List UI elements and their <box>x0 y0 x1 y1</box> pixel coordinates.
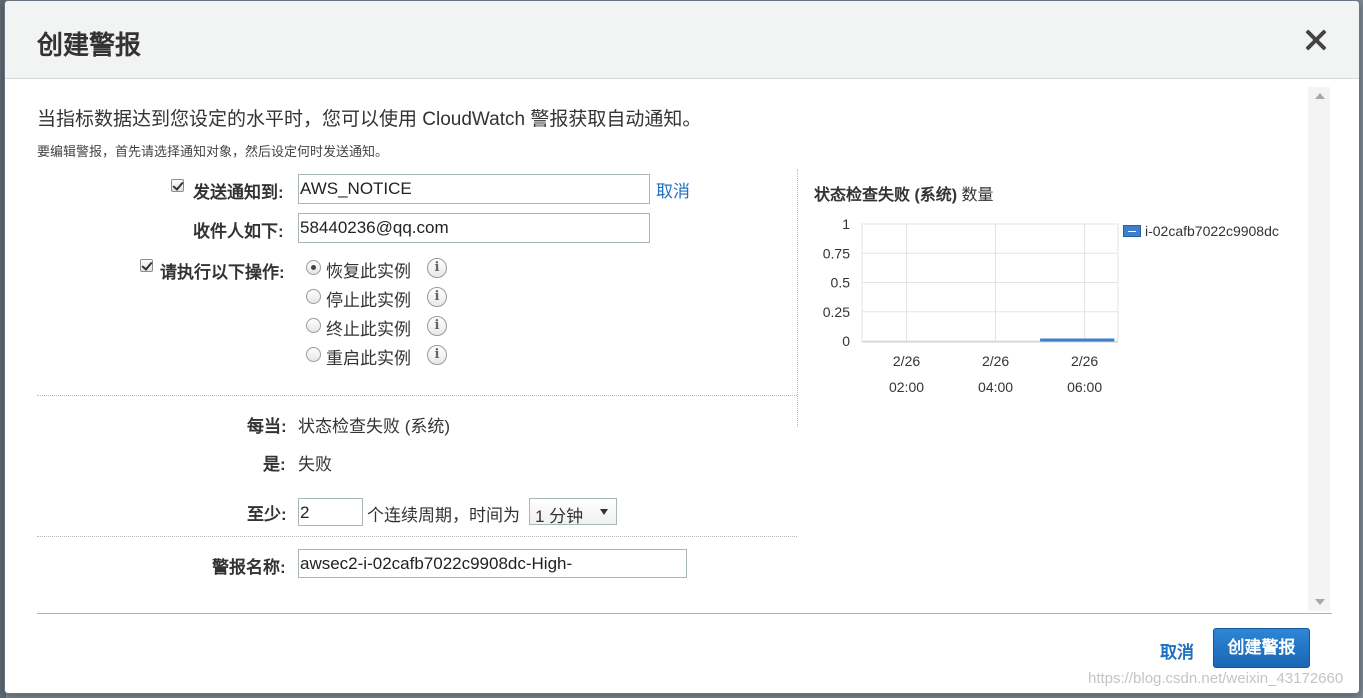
at-least-label: 至少: <box>247 505 287 524</box>
period-select-value: 1 分钟 <box>535 507 584 526</box>
scroll-up-arrow-icon[interactable] <box>1315 93 1325 99</box>
section-divider <box>37 395 797 396</box>
recipients-input[interactable]: 58440236@qq.com <box>298 213 650 243</box>
send-notification-label: 发送通知到: <box>193 183 284 202</box>
chart-title-metric: 状态检查失败 (系统) <box>814 187 958 204</box>
action-option-label: 重启此实例 <box>326 349 411 368</box>
intro-text: 当指标数据达到您设定的水平时，您可以使用 CloudWatch 警报获取自动通知… <box>37 109 702 130</box>
is-value: 失败 <box>298 455 332 474</box>
chart-title-unit: 数量 <box>957 187 994 204</box>
x-tick-date-label: 2/26 <box>1071 353 1098 369</box>
cancel-button[interactable]: 取消 <box>1160 638 1194 663</box>
whenever-metric-value: 状态检查失败 (系统) <box>298 417 451 436</box>
whenever-label: 每当: <box>247 417 287 436</box>
recipients-label: 收件人如下: <box>193 222 284 241</box>
intro-subtext: 要编辑警报，首先请选择通知对象，然后设定何时发送通知。 <box>37 144 389 159</box>
x-tick-time-label: 02:00 <box>889 379 924 395</box>
legend-swatch-icon[interactable] <box>1123 225 1141 237</box>
status-check-chart: 1 0.75 0.5 0.25 0 2/26 02:00 2/26 04:00 2/26 06:00 <box>823 216 1119 395</box>
action-option-stop[interactable]: 停止此实例 i <box>306 286 486 310</box>
periods-count-input[interactable]: 2 <box>298 498 363 526</box>
periods-text: 个连续周期，时间为 <box>367 506 520 525</box>
y-tick-label: 0.5 <box>831 275 851 291</box>
dialog-title: 创建警报 <box>37 30 142 60</box>
action-option-label: 停止此实例 <box>326 291 411 310</box>
action-option-reboot[interactable]: 重启此实例 i <box>306 344 486 368</box>
radio-button[interactable] <box>306 318 321 333</box>
info-icon[interactable]: i <box>427 258 447 278</box>
action-option-terminate[interactable]: 终止此实例 i <box>306 315 486 339</box>
alarm-name-input[interactable]: awsec2-i-02cafb7022c9908dc-High- <box>298 549 687 578</box>
action-option-recover[interactable]: 恢复此实例 i <box>306 257 486 281</box>
y-tick-label: 0.25 <box>823 304 850 320</box>
column-divider <box>797 169 798 427</box>
x-tick-time-label: 04:00 <box>978 379 1013 395</box>
send-notification-checkbox[interactable] <box>171 179 184 192</box>
y-tick-label: 0.75 <box>823 245 850 261</box>
dropdown-arrow-icon <box>600 509 608 515</box>
radio-button[interactable] <box>306 260 321 275</box>
dialog-scrollbar[interactable] <box>1308 87 1330 611</box>
x-tick-time-label: 06:00 <box>1067 379 1102 395</box>
chart-title: 状态检查失败 (系统) 数量 <box>814 181 994 205</box>
radio-button[interactable] <box>306 289 321 304</box>
section-divider <box>37 536 797 537</box>
scroll-down-arrow-icon[interactable] <box>1315 599 1325 605</box>
notification-topic-input[interactable]: AWS_NOTICE <box>298 174 650 204</box>
y-tick-label: 1 <box>842 216 850 232</box>
footer-divider <box>37 613 1332 614</box>
actions-checkbox[interactable] <box>140 259 153 272</box>
x-tick-date-label: 2/26 <box>982 353 1009 369</box>
y-tick-label: 0 <box>842 333 850 349</box>
close-icon[interactable] <box>1303 27 1329 53</box>
info-icon[interactable]: i <box>427 345 447 365</box>
actions-label: 请执行以下操作: <box>160 263 285 282</box>
action-option-label: 终止此实例 <box>326 320 411 339</box>
dialog-header: 创建警报 <box>5 1 1359 79</box>
watermark-text: https://blog.csdn.net/weixin_43172660 <box>1088 670 1344 687</box>
info-icon[interactable]: i <box>427 316 447 336</box>
alarm-name-label: 警报名称: <box>212 558 286 577</box>
radio-button[interactable] <box>306 347 321 362</box>
x-tick-date-label: 2/26 <box>893 353 920 369</box>
info-icon[interactable]: i <box>427 287 447 307</box>
legend-series-name: i-02cafb7022c9908dc <box>1145 223 1279 239</box>
create-alarm-button[interactable]: 创建警报 <box>1213 628 1310 668</box>
action-option-label: 恢复此实例 <box>326 262 411 281</box>
period-select[interactable]: 1 分钟 <box>529 498 617 526</box>
is-label: 是: <box>263 455 286 474</box>
cancel-topic-link[interactable]: 取消 <box>656 177 690 202</box>
create-alarm-dialog: 创建警报 当指标数据达到您设定的水平时，您可以使用 CloudWatch 警报获… <box>4 0 1360 694</box>
